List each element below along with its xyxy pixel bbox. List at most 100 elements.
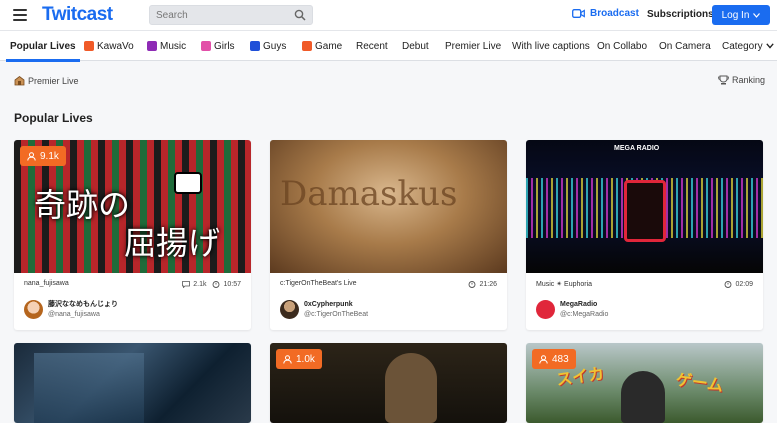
live-card[interactable]: 奇跡の 屈揚げ 9.1k nana_fujisawa 2.1k 10:57 藤沢… xyxy=(14,140,251,330)
thumbnail-caption: ゲーム xyxy=(674,369,725,396)
search-box[interactable] xyxy=(149,5,313,25)
live-thumbnail[interactable]: 奇跡の 屈揚げ 9.1k xyxy=(14,140,251,273)
live-card[interactable]: Damaskus c:TigerOnTheBeat's Live 21:26 0… xyxy=(270,140,507,330)
viewer-badge: 9.1k xyxy=(20,146,66,166)
thumbnail-caption: MEGA RADIO xyxy=(614,145,660,152)
card-stats: 21:26 xyxy=(462,280,497,288)
owner-name: 0xCypherpunk xyxy=(304,300,353,308)
owner-name: MegaRadio xyxy=(560,300,598,308)
chevron-down-icon xyxy=(765,43,774,49)
broadcast-button[interactable]: Broadcast xyxy=(572,8,639,19)
timer-icon xyxy=(469,281,476,288)
comment-count: 2.1k xyxy=(182,281,206,288)
music-icon xyxy=(147,41,157,51)
comment-value: 2.1k xyxy=(193,280,207,288)
live-thumbnail[interactable] xyxy=(14,343,251,423)
tab-recent[interactable]: Recent xyxy=(356,31,388,61)
tab-kawavo[interactable]: KawaVo xyxy=(84,31,134,61)
thumbnail-caption: Damaskus xyxy=(280,174,458,214)
tab-popular-lives[interactable]: Popular Lives xyxy=(6,31,80,62)
timer-icon xyxy=(213,281,220,288)
tab-premier-live[interactable]: Premier Live xyxy=(445,31,501,61)
tab-label: Music xyxy=(160,40,187,52)
camera-icon xyxy=(572,9,585,18)
card-owner[interactable]: 0xCypherpunk @c:TigerOnTheBeat xyxy=(280,298,368,320)
tab-game[interactable]: Game xyxy=(302,31,342,61)
tab-label: With live captions xyxy=(512,40,590,52)
trophy-icon xyxy=(718,75,729,85)
game-icon xyxy=(302,41,312,51)
logo[interactable]: Twitcast xyxy=(42,4,113,26)
live-thumbnail[interactable]: 1.0k xyxy=(270,343,507,423)
tab-debut[interactable]: Debut xyxy=(402,31,429,61)
ranking-link[interactable]: Ranking xyxy=(718,75,765,85)
user-icon xyxy=(27,151,36,161)
tab-girls[interactable]: Girls xyxy=(201,31,235,61)
card-category: c:TigerOnTheBeat's Live xyxy=(280,280,357,287)
card-category: Music ✴ Euphoria xyxy=(536,281,593,288)
search-icon[interactable] xyxy=(294,9,306,21)
tab-label: Category xyxy=(722,40,763,52)
live-thumbnail[interactable]: スイカ ゲーム 483 xyxy=(526,343,763,423)
viewer-count: 9.1k xyxy=(40,150,59,162)
section-title: Popular Lives xyxy=(14,111,93,125)
subscriptions-link[interactable]: Subscriptions xyxy=(647,9,714,20)
live-duration: 02:09 xyxy=(724,280,753,288)
viewer-count: 1.0k xyxy=(296,353,315,365)
card-owner[interactable]: 藤沢ななめもんじょり @nana_fujisawa xyxy=(24,298,118,320)
tab-label: Game xyxy=(315,40,343,52)
avatar[interactable] xyxy=(536,299,555,319)
login-label: Log In xyxy=(721,9,750,21)
tab-label: Recent xyxy=(356,40,388,52)
tab-category[interactable]: Category xyxy=(722,31,774,61)
tab-label: Popular Lives xyxy=(10,40,76,52)
duration-value: 02:09 xyxy=(735,280,753,288)
premier-live-link[interactable]: Premier Live xyxy=(14,75,79,86)
card-stats: 02:09 xyxy=(718,280,753,288)
live-card[interactable]: MEGA RADIO Music ✴ Euphoria 02:09 MegaRa… xyxy=(526,140,763,330)
owner-name: 藤沢ななめもんじょり xyxy=(48,300,118,308)
header: Twitcast Broadcast Subscriptions Log In xyxy=(0,0,777,30)
viewer-badge: 483 xyxy=(532,349,576,369)
kawavo-icon xyxy=(84,41,94,51)
guys-icon xyxy=(250,41,260,51)
avatar[interactable] xyxy=(24,299,43,319)
tab-on-camera[interactable]: On Camera xyxy=(659,31,711,61)
menu-icon[interactable] xyxy=(13,9,27,21)
premier-live-label: Premier Live xyxy=(28,75,79,86)
tab-label: Guys xyxy=(263,40,287,52)
owner-handle: @c:TigerOnTheBeat xyxy=(304,310,369,318)
tab-live-captions[interactable]: With live captions xyxy=(512,31,590,61)
card-category: nana_fujisawa xyxy=(24,280,69,287)
viewer-badge: 1.0k xyxy=(276,349,322,369)
thumbnail-caption: 奇跡の xyxy=(34,186,131,224)
tab-music[interactable]: Music xyxy=(147,31,186,61)
tab-label: On Camera xyxy=(659,40,711,52)
live-duration: 21:26 xyxy=(468,280,497,288)
login-button[interactable]: Log In xyxy=(712,5,770,25)
live-card[interactable]: スイカ ゲーム 483 xyxy=(526,343,763,423)
live-thumbnail[interactable]: MEGA RADIO xyxy=(526,140,763,273)
girls-icon xyxy=(201,41,211,51)
live-thumbnail[interactable]: Damaskus xyxy=(270,140,507,273)
thumbnail-caption: 屈揚げ xyxy=(124,224,221,262)
live-card[interactable]: 1.0k xyxy=(270,343,507,423)
category-nav: Popular Lives KawaVo Music Girls Guys Ga… xyxy=(0,30,777,62)
owner-handle: @c:MegaRadio xyxy=(560,310,609,318)
tab-guys[interactable]: Guys xyxy=(250,31,286,61)
viewer-count: 483 xyxy=(552,353,569,365)
avatar[interactable] xyxy=(280,299,299,319)
user-icon xyxy=(283,354,292,364)
thumbnail-graphic xyxy=(34,353,144,423)
duration-value: 10:57 xyxy=(223,280,241,288)
tab-label: KawaVo xyxy=(97,40,134,52)
search-input[interactable] xyxy=(156,8,286,23)
live-duration: 10:57 xyxy=(212,280,241,288)
owner-handle: @nana_fujisawa xyxy=(48,310,100,318)
thumbnail-graphic xyxy=(621,371,665,423)
mascot-icon xyxy=(174,172,202,194)
mega-logo xyxy=(624,180,666,242)
live-card[interactable] xyxy=(14,343,251,423)
card-owner[interactable]: MegaRadio @c:MegaRadio xyxy=(536,298,608,320)
tab-on-collabo[interactable]: On Collabo xyxy=(597,31,647,61)
